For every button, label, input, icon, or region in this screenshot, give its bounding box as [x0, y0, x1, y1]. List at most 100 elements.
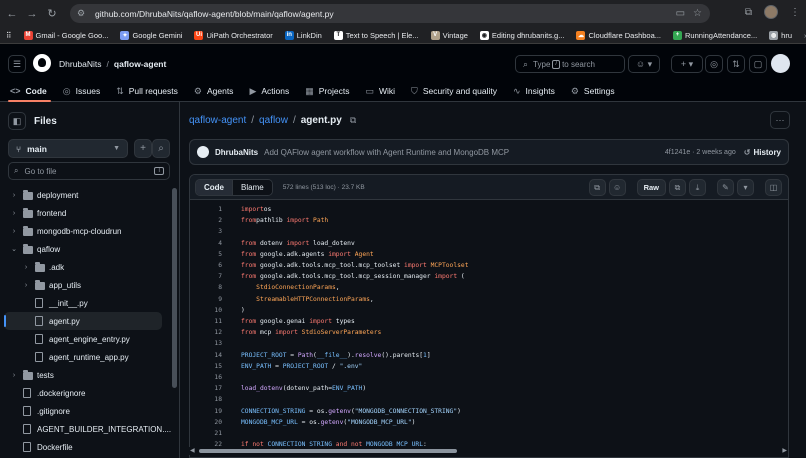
tree-file[interactable]: agent_engine_entry.py: [0, 330, 172, 348]
line-number[interactable]: 10: [190, 307, 222, 314]
bookmark-item[interactable]: ✦ Google Gemini: [120, 30, 182, 40]
tab-security-and-quality[interactable]: ⛉ Security and quality: [411, 80, 497, 102]
commit-meta[interactable]: 4f1241e · 2 weeks ago: [665, 149, 736, 156]
chevron-right-icon[interactable]: ›: [22, 264, 30, 271]
tree-file[interactable]: .dockerignore: [0, 384, 172, 402]
cast-icon[interactable]: ▭: [676, 8, 685, 19]
copilot-button[interactable]: ☺ ▾: [628, 55, 660, 73]
chevron-down-icon[interactable]: ⌄: [10, 245, 18, 253]
copy-path-icon[interactable]: ⧉: [350, 115, 356, 126]
search-files-button[interactable]: ⌕: [152, 139, 170, 158]
tab-agents[interactable]: ⚙ Agents: [194, 80, 234, 102]
line-number[interactable]: 2: [190, 217, 222, 224]
line-number[interactable]: 4: [190, 240, 222, 247]
line-number[interactable]: 12: [190, 329, 222, 336]
open-in-codespace-icon[interactable]: ⧉: [588, 179, 606, 196]
tree-folder[interactable]: › .adk: [0, 258, 172, 276]
hamburger-menu-icon[interactable]: ☰: [8, 55, 26, 73]
more-options-button[interactable]: ···: [770, 111, 790, 129]
tree-file[interactable]: Dockerfile: [0, 438, 172, 456]
line-number[interactable]: 16: [190, 374, 222, 381]
repo-link[interactable]: qaflow-agent: [114, 59, 166, 69]
line-number[interactable]: 14: [190, 352, 222, 359]
chrome-menu-icon[interactable]: ⋮: [790, 7, 800, 18]
edit-caret-icon[interactable]: ▾: [737, 179, 754, 196]
line-number[interactable]: 5: [190, 251, 222, 258]
tab-actions[interactable]: ▶ Actions: [249, 80, 289, 102]
line-number[interactable]: 21: [190, 430, 222, 437]
breadcrumb-repo[interactable]: qaflow-agent: [189, 115, 246, 126]
line-number[interactable]: 17: [190, 385, 222, 392]
edit-pencil-icon[interactable]: ✎: [717, 179, 734, 196]
scrollbar-thumb[interactable]: [199, 449, 457, 453]
commit-author[interactable]: DhrubaNits: [215, 148, 258, 157]
line-number[interactable]: 1: [190, 206, 222, 213]
tree-file[interactable]: .gitignore: [0, 402, 172, 420]
bookmark-star-icon[interactable]: ☆: [693, 8, 702, 19]
raw-button[interactable]: Raw: [636, 179, 666, 196]
tree-folder[interactable]: ⌄ qaflow: [0, 240, 172, 258]
code-horizontal-scrollbar[interactable]: ◀ ▶: [189, 447, 788, 455]
extensions-icon[interactable]: ⧉: [745, 7, 752, 18]
breadcrumb-folder[interactable]: qaflow: [259, 115, 288, 126]
copilot-icon[interactable]: ☺: [608, 179, 626, 196]
owner-link[interactable]: DhrubaNits: [59, 59, 102, 69]
bookmark-item[interactable]: in LinkDin: [284, 30, 322, 40]
tab-issues[interactable]: ◎ Issues: [63, 80, 100, 102]
chevron-right-icon[interactable]: ›: [22, 282, 30, 289]
add-file-button[interactable]: +: [134, 139, 152, 158]
tab-insights[interactable]: ∿ Insights: [513, 80, 555, 102]
bookmark-item[interactable]: ☁ Cloudflare Dashboa...: [576, 30, 661, 40]
tree-folder[interactable]: › tests: [0, 366, 172, 384]
sidebar-scrollbar[interactable]: [172, 188, 177, 388]
tab-wiki[interactable]: ▭ Wiki: [365, 80, 395, 102]
tree-file[interactable]: agent_runtime_app.py: [0, 348, 172, 366]
download-icon[interactable]: ⤓: [689, 179, 706, 196]
go-to-file-input[interactable]: ⌕ Go to file T: [8, 162, 170, 180]
issues-button[interactable]: ◎: [705, 55, 723, 73]
inbox-button[interactable]: ▢: [749, 55, 767, 73]
code-body[interactable]: 1 importos 2 frompathlib import Path 3 4 from …: [190, 200, 788, 457]
chevron-right-icon[interactable]: ›: [10, 192, 18, 199]
branch-selector[interactable]: ⑂ main ▼: [8, 139, 128, 158]
github-logo-icon[interactable]: [33, 54, 51, 72]
search-input[interactable]: ⌕ Type / to search: [515, 55, 625, 73]
site-info-icon[interactable]: ⚙: [77, 8, 89, 19]
chevron-right-icon[interactable]: ›: [10, 372, 18, 379]
line-number[interactable]: 7: [190, 273, 222, 280]
profile-avatar[interactable]: [764, 5, 778, 19]
bookmark-item[interactable]: ◉ Editing dhrubanits.g...: [479, 30, 564, 40]
line-number[interactable]: 3: [190, 228, 222, 235]
chevron-right-icon[interactable]: ›: [10, 228, 18, 235]
tree-file[interactable]: __init__.py: [0, 294, 172, 312]
scroll-right-icon[interactable]: ▶: [782, 447, 787, 454]
reload-icon[interactable]: ↻: [44, 6, 60, 22]
tab-settings[interactable]: ⚙ Settings: [571, 80, 615, 102]
line-number[interactable]: 18: [190, 396, 222, 403]
user-avatar[interactable]: [771, 54, 790, 73]
forward-arrow-icon[interactable]: →: [24, 6, 40, 22]
bookmark-item[interactable]: V Vintage: [430, 30, 468, 40]
tab-projects[interactable]: ▦ Projects: [305, 80, 349, 102]
bookmark-item[interactable]: M Gmail - Google Goo...: [23, 30, 108, 40]
bookmark-item[interactable]: T Text to Speech | Ele...: [333, 30, 419, 40]
copy-raw-icon[interactable]: ⧉: [669, 179, 686, 196]
line-number[interactable]: 13: [190, 340, 222, 347]
line-number[interactable]: 9: [190, 296, 222, 303]
line-number[interactable]: 8: [190, 284, 222, 291]
pull-requests-button[interactable]: ⇅: [727, 55, 745, 73]
tree-folder[interactable]: › frontend: [0, 204, 172, 222]
bookmark-item[interactable]: Ui UiPath Orchestrator: [194, 30, 273, 40]
line-number[interactable]: 19: [190, 408, 222, 415]
line-number[interactable]: 20: [190, 419, 222, 426]
tree-folder[interactable]: › app_utils: [0, 276, 172, 294]
tab-code[interactable]: <> Code: [8, 80, 51, 102]
scroll-left-icon[interactable]: ◀: [190, 447, 195, 454]
address-bar[interactable]: ⚙ github.com/DhrubaNits/qaflow-agent/blo…: [70, 4, 710, 23]
symbols-panel-icon[interactable]: ◫: [765, 179, 782, 196]
commit-message[interactable]: Add QAFlow agent workflow with Agent Run…: [264, 148, 509, 157]
blame-tab[interactable]: Blame: [233, 179, 272, 195]
line-number[interactable]: 6: [190, 262, 222, 269]
bookmark-item[interactable]: + RunningAttendance...: [673, 30, 757, 40]
tab-pull-requests[interactable]: ⇅ Pull requests: [116, 80, 178, 102]
